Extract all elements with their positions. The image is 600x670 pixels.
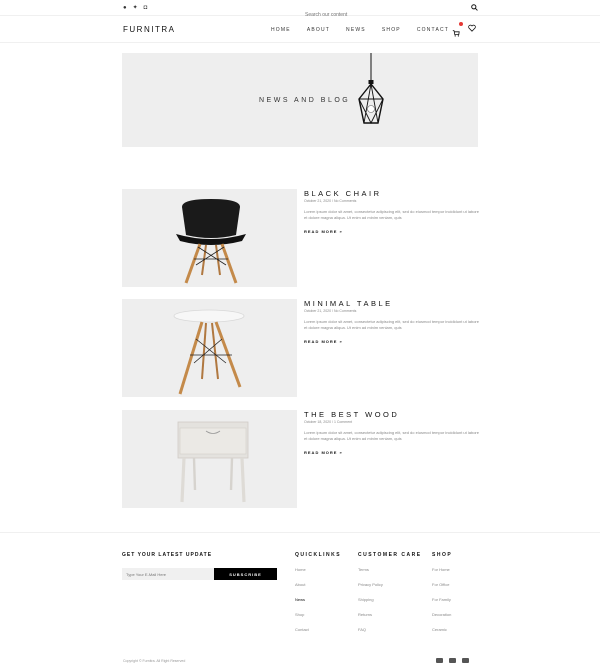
footer-bottom-bar: Copyright © Furnitra. All Right Reserved <box>0 654 600 670</box>
facebook-icon[interactable]: ● <box>123 4 127 12</box>
post-meta: October 21, 2020 / No Comments <box>304 199 357 203</box>
read-more-link[interactable]: READ MORE » <box>304 229 343 234</box>
nav-home[interactable]: HOME <box>271 27 291 33</box>
customer-care-column: CUSTOMER CARE Terms Privacy Policy Shipp… <box>358 552 422 642</box>
blog-post: MINIMAL TABLE October 21, 2020 / No Comm… <box>122 299 479 397</box>
black-chair-image <box>176 199 246 284</box>
card-icon <box>449 658 456 663</box>
shop-column: SHOP For Home For Office For Family Deco… <box>432 552 452 642</box>
top-search <box>305 3 480 18</box>
nav-about[interactable]: ABOUT <box>307 27 330 33</box>
top-bar: ● ✦ ◘ <box>0 0 600 18</box>
post-title[interactable]: BLACK CHAIR <box>304 189 382 198</box>
footer-link-shop[interactable]: Shop <box>295 612 341 617</box>
footer-link-for-family[interactable]: For Family <box>432 597 452 602</box>
post-excerpt: Lorem ipsum dolor sit amet, consectetur … <box>304 430 479 441</box>
footer-link-contact[interactable]: Contact <box>295 627 341 632</box>
email-field[interactable] <box>122 568 214 580</box>
post-image[interactable] <box>122 189 297 287</box>
subscribe-button[interactable]: SUBSCRIBE <box>214 568 277 580</box>
social-links: ● ✦ ◘ <box>123 4 147 12</box>
read-more-link[interactable]: READ MORE » <box>304 339 343 344</box>
blog-post: THE BEST WOOD October 18, 2020 / 1 Comme… <box>122 410 479 508</box>
post-image[interactable] <box>122 299 297 397</box>
footer-link-for-home[interactable]: For Home <box>432 567 452 572</box>
post-excerpt: Lorem ipsum dolor sit amet, consectetur … <box>304 209 479 220</box>
header-icons <box>452 22 476 37</box>
read-more-link[interactable]: READ MORE » <box>304 450 343 455</box>
customer-care-title: CUSTOMER CARE <box>358 552 422 558</box>
nav-shop[interactable]: SHOP <box>382 27 401 33</box>
footer-link-returns[interactable]: Returns <box>358 612 422 617</box>
search-icon[interactable] <box>471 4 478 11</box>
footer-link-news[interactable]: News <box>295 597 341 602</box>
post-title[interactable]: THE BEST WOOD <box>304 410 399 419</box>
shop-title: SHOP <box>432 552 453 558</box>
payment-icons <box>436 658 469 663</box>
card-icon <box>436 658 443 663</box>
newsletter-title: GET YOUR LATEST UPDATE <box>122 552 213 558</box>
post-title[interactable]: MINIMAL TABLE <box>304 299 393 308</box>
cart-button[interactable] <box>452 22 463 37</box>
quicklinks-column: QUICKLINKS Home About News Shop Contact <box>295 552 341 642</box>
post-excerpt: Lorem ipsum dolor sit amet, consectetur … <box>304 319 479 330</box>
nav-news[interactable]: NEWS <box>346 27 366 33</box>
post-image[interactable] <box>122 410 297 508</box>
hero-banner: NEWS AND BLOG <box>122 53 478 147</box>
logo[interactable]: FURNITRA <box>123 25 175 34</box>
site-header: FURNITRA HOME ABOUT NEWS SHOP CONTACT <box>0 16 600 43</box>
footer-link-ceramic[interactable]: Ceramic <box>432 627 452 632</box>
card-icon <box>462 658 469 663</box>
heart-icon[interactable] <box>468 24 476 32</box>
instagram-icon[interactable]: ◘ <box>144 4 148 12</box>
twitter-icon[interactable]: ✦ <box>133 4 138 12</box>
cart-icon <box>452 30 460 37</box>
quicklinks-title: QUICKLINKS <box>295 552 342 558</box>
footer-link-home[interactable]: Home <box>295 567 341 572</box>
footer-link-faq[interactable]: FAQ <box>358 627 422 632</box>
copyright-text: Copyright © Furnitra. All Right Reserved <box>123 659 186 663</box>
minimal-table-image <box>173 309 245 395</box>
blog-post: BLACK CHAIR October 21, 2020 / No Commen… <box>122 189 479 287</box>
footer-link-terms[interactable]: Terms <box>358 567 422 572</box>
pendant-lamp-image <box>358 53 384 125</box>
post-meta: October 18, 2020 / 1 Comment <box>304 420 353 424</box>
nightstand-image <box>177 421 249 503</box>
footer-link-privacy[interactable]: Privacy Policy <box>358 582 422 587</box>
site-footer: GET YOUR LATEST UPDATE SUBSCRIBE QUICKLI… <box>0 532 600 670</box>
footer-link-decoration[interactable]: Decoration <box>432 612 452 617</box>
main-nav: HOME ABOUT NEWS SHOP CONTACT <box>271 27 465 33</box>
nav-contact[interactable]: CONTACT <box>417 27 449 33</box>
footer-link-for-office[interactable]: For Office <box>432 582 452 587</box>
footer-link-shipping[interactable]: Shipping <box>358 597 422 602</box>
page-title: NEWS AND BLOG <box>259 97 351 104</box>
post-meta: October 21, 2020 / No Comments <box>304 309 357 313</box>
footer-link-about[interactable]: About <box>295 582 341 587</box>
cart-badge <box>459 22 463 26</box>
